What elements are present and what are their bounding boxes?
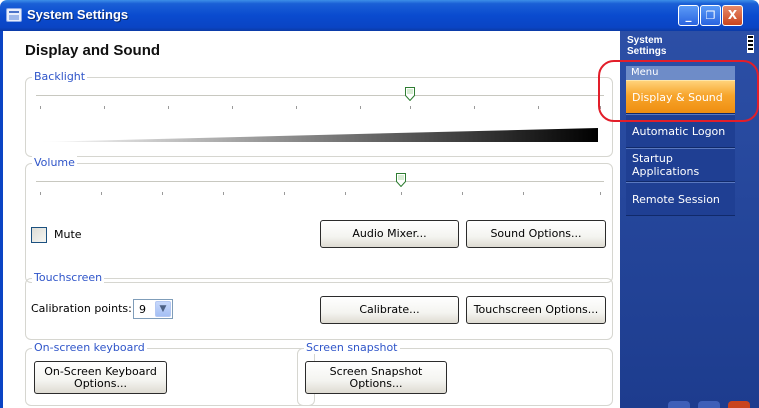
sidebar-bottom-button[interactable] bbox=[728, 401, 750, 408]
close-button[interactable]: X bbox=[722, 5, 743, 26]
keyboard-button-line1: On-Screen Keyboard bbox=[44, 364, 157, 378]
touchscreen-group: Touchscreen Calibration points: 9 ▼ Cali… bbox=[25, 271, 613, 340]
chevron-down-icon[interactable]: ▼ bbox=[155, 301, 171, 317]
sidebar-heading: System Settings bbox=[627, 35, 666, 57]
sidebar-heading-line1: System bbox=[627, 35, 663, 46]
window-title: System Settings bbox=[27, 7, 129, 22]
backlight-label: Backlight bbox=[32, 70, 88, 83]
onscreen-keyboard-label: On-screen keyboard bbox=[32, 341, 147, 354]
screen-snapshot-group: Screen snapshot Screen Snapshot Options.… bbox=[297, 341, 613, 406]
page-title: Display and Sound bbox=[25, 42, 161, 59]
calibration-points-value: 9 bbox=[139, 303, 146, 316]
volume-slider-thumb[interactable] bbox=[396, 173, 406, 187]
sound-options-button[interactable]: Sound Options... bbox=[466, 220, 606, 248]
sidebar-item-label: Remote Session bbox=[632, 192, 720, 206]
volume-group: Volume Mute Audio Mixer... Sound Options… bbox=[25, 156, 613, 283]
touchscreen-options-button[interactable]: Touchscreen Options... bbox=[466, 296, 606, 324]
volume-slider-track[interactable] bbox=[36, 181, 604, 183]
app-icon bbox=[6, 8, 22, 22]
title-bar: System Settings _ ❐ X bbox=[0, 0, 759, 31]
calibration-points-select[interactable]: 9 ▼ bbox=[133, 299, 173, 319]
mute-label: Mute bbox=[54, 228, 82, 241]
sidebar-bottom-button[interactable] bbox=[698, 401, 720, 408]
sidebar-item-startup-applications[interactable]: Startup Applications bbox=[626, 148, 735, 182]
onscreen-keyboard-options-button[interactable]: On-Screen Keyboard Options... bbox=[34, 361, 167, 394]
sidebar-item-label: Automatic Logon bbox=[632, 124, 726, 138]
backlight-slider-thumb[interactable] bbox=[405, 87, 415, 101]
mute-checkbox[interactable] bbox=[31, 227, 47, 243]
restore-button[interactable]: ❐ bbox=[700, 5, 721, 26]
volume-label: Volume bbox=[32, 156, 77, 169]
backlight-group: Backlight bbox=[25, 70, 613, 157]
brightness-ramp bbox=[38, 128, 598, 142]
calibrate-button[interactable]: Calibrate... bbox=[320, 296, 459, 324]
settings-content: Display and Sound Backlight Volume Mute … bbox=[0, 31, 620, 408]
annotation-ring bbox=[598, 60, 759, 122]
audio-mixer-button[interactable]: Audio Mixer... bbox=[320, 220, 459, 248]
screen-snapshot-options-button[interactable]: Screen Snapshot Options... bbox=[305, 361, 447, 394]
screen-snapshot-label: Screen snapshot bbox=[304, 341, 400, 354]
minimize-button[interactable]: _ bbox=[678, 5, 699, 26]
keyboard-button-line2: Options... bbox=[74, 376, 127, 390]
onscreen-keyboard-group: On-screen keyboard On-Screen Keyboard Op… bbox=[25, 341, 315, 406]
sidebar-item-label: Startup Applications bbox=[632, 152, 700, 178]
battery-icon bbox=[747, 35, 754, 53]
sidebar-heading-line2: Settings bbox=[627, 46, 667, 57]
touchscreen-label: Touchscreen bbox=[32, 271, 105, 284]
calibration-points-label: Calibration points: bbox=[31, 302, 132, 315]
backlight-slider-track[interactable] bbox=[36, 95, 604, 97]
sidebar-item-remote-session[interactable]: Remote Session bbox=[626, 182, 735, 216]
sidebar-bottom-button[interactable] bbox=[668, 401, 690, 408]
